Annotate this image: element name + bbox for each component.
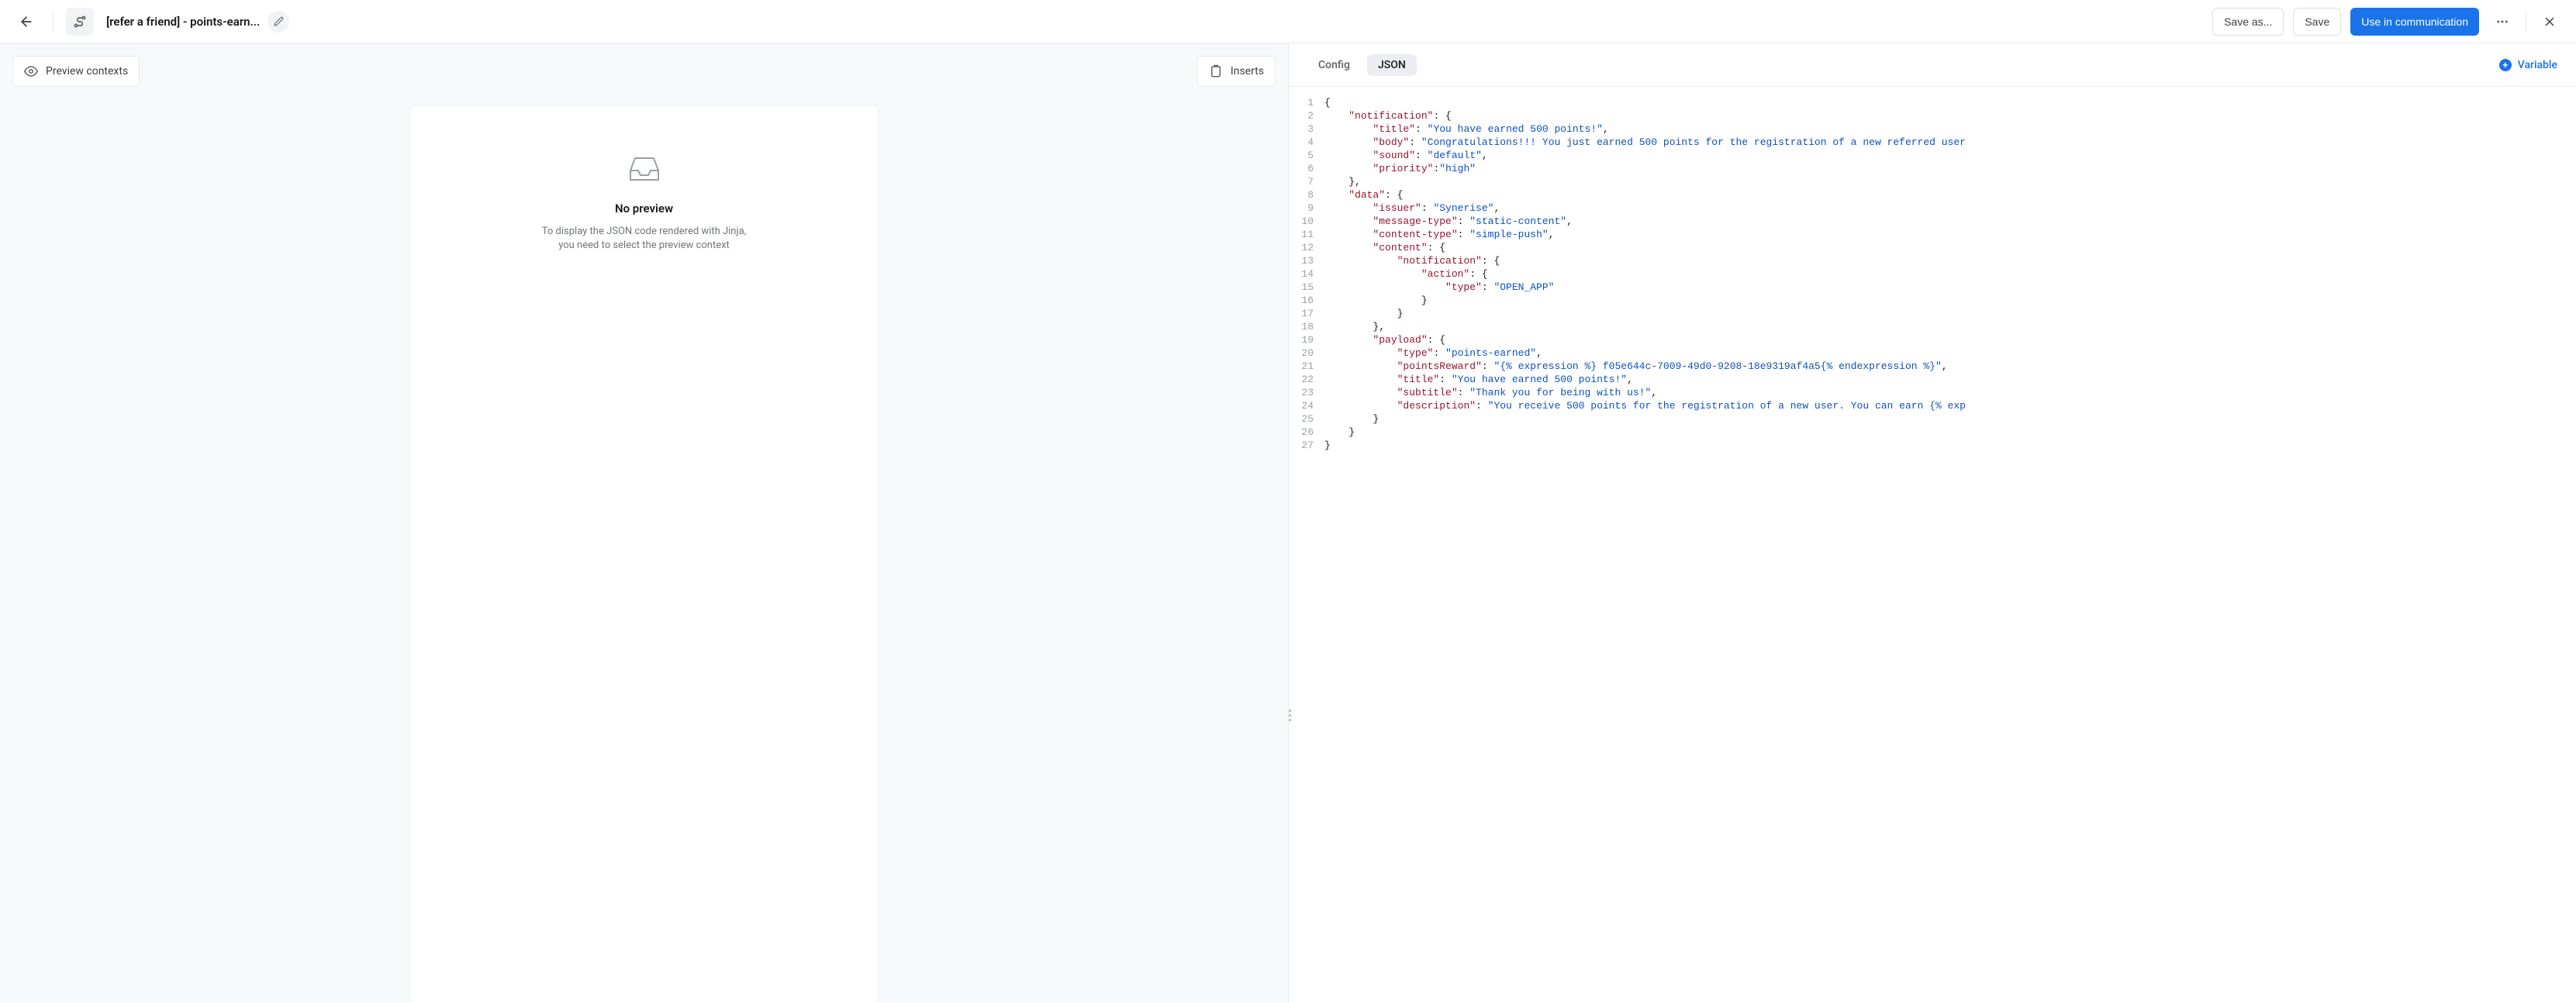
code-line[interactable]: { <box>1324 96 2576 109</box>
main: Preview contexts Inserts No preview To d… <box>0 43 2576 1003</box>
close-icon <box>2543 15 2557 29</box>
empty-subtitle: To display the JSON code rendered with J… <box>542 225 746 253</box>
code-line[interactable]: "description": "You receive 500 points f… <box>1324 399 2576 412</box>
editor-toolbar: Config JSON + Variable <box>1289 43 2576 87</box>
page-title: [refer a friend] - points-earn... <box>106 15 260 29</box>
code-lines[interactable]: { "notification": { "title": "You have e… <box>1324 96 2576 1003</box>
arrow-left-icon <box>19 14 34 29</box>
tab-json[interactable]: JSON <box>1367 54 1417 76</box>
line-gutter: 1234567891011121314151617181920212223242… <box>1289 96 1324 1003</box>
eye-icon <box>24 64 38 78</box>
editor-pane: Config JSON + Variable 12345678910111213… <box>1288 43 2576 1003</box>
code-line[interactable]: "sound": "default", <box>1324 149 2576 162</box>
empty-sub-line-2: you need to select the preview context <box>558 240 730 251</box>
code-line[interactable]: "notification": { <box>1324 109 2576 122</box>
editor-tabs: Config JSON <box>1307 54 1417 76</box>
preview-pane: Preview contexts Inserts No preview To d… <box>0 43 1288 1003</box>
code-line[interactable]: "issuer": "Synerise", <box>1324 202 2576 215</box>
code-line[interactable]: "content-type": "simple-push", <box>1324 228 2576 241</box>
code-line[interactable]: "title": "You have earned 500 points!", <box>1324 122 2576 136</box>
divider <box>53 11 54 33</box>
add-variable-button[interactable]: + Variable <box>2499 59 2557 71</box>
route-icon <box>72 14 88 29</box>
pencil-icon <box>274 16 284 26</box>
preview-contexts-button[interactable]: Preview contexts <box>12 56 140 87</box>
save-button[interactable]: Save <box>2293 8 2341 36</box>
code-line[interactable]: "subtitle": "Thank you for being with us… <box>1324 386 2576 399</box>
code-line[interactable]: } <box>1324 439 2576 452</box>
preview-empty-state: No preview To display the JSON code rend… <box>412 107 877 1003</box>
empty-sub-line-1: To display the JSON code rendered with J… <box>542 226 746 237</box>
code-line[interactable]: } <box>1324 412 2576 426</box>
preview-contexts-label: Preview contexts <box>46 65 128 78</box>
code-line[interactable]: "action": { <box>1324 267 2576 281</box>
code-line[interactable]: "title": "You have earned 500 points!", <box>1324 373 2576 386</box>
code-line[interactable]: "body": "Congratulations!!! You just ear… <box>1324 136 2576 149</box>
code-editor[interactable]: 1234567891011121314151617181920212223242… <box>1289 87 2576 1003</box>
header-left: [refer a friend] - points-earn... <box>12 8 2212 36</box>
code-line[interactable]: } <box>1324 426 2576 439</box>
close-button[interactable] <box>2536 8 2564 36</box>
code-line[interactable]: "data": { <box>1324 188 2576 202</box>
code-line[interactable]: }, <box>1324 320 2576 333</box>
variable-label: Variable <box>2518 59 2557 71</box>
code-line[interactable]: "payload": { <box>1324 333 2576 346</box>
code-line[interactable]: "pointsReward": "{% expression %} f05e64… <box>1324 360 2576 373</box>
back-button[interactable] <box>12 8 40 36</box>
clipboard-icon <box>1209 64 1223 78</box>
code-line[interactable]: "notification": { <box>1324 254 2576 267</box>
more-button[interactable] <box>2488 8 2516 36</box>
plus-icon: + <box>2499 59 2512 71</box>
tab-config[interactable]: Config <box>1307 54 1361 76</box>
code-line[interactable]: "content": { <box>1324 241 2576 254</box>
preview-area: No preview To display the JSON code rend… <box>0 99 1288 1003</box>
code-line[interactable]: "message-type": "static-content", <box>1324 215 2576 228</box>
code-line[interactable]: "type": "points-earned", <box>1324 346 2576 360</box>
use-in-communication-button[interactable]: Use in communication <box>2350 8 2479 36</box>
header: [refer a friend] - points-earn... Save a… <box>0 0 2576 43</box>
code-line[interactable]: } <box>1324 294 2576 307</box>
pane-splitter-handle[interactable] <box>1289 709 1291 721</box>
tray-icon <box>626 153 663 188</box>
preview-toolbar: Preview contexts Inserts <box>0 43 1288 99</box>
code-line[interactable]: "type": "OPEN_APP" <box>1324 281 2576 294</box>
inserts-label: Inserts <box>1231 65 1264 78</box>
code-line[interactable]: "priority":"high" <box>1324 162 2576 175</box>
title-wrap: [refer a friend] - points-earn... <box>106 11 289 33</box>
template-type-icon-wrap <box>66 8 94 36</box>
save-as-button[interactable]: Save as... <box>2212 8 2284 36</box>
header-right: Save as... Save Use in communication <box>2212 8 2564 36</box>
empty-title: No preview <box>615 202 673 215</box>
edit-title-button[interactable] <box>268 11 289 33</box>
more-horizontal-icon <box>2495 15 2509 29</box>
code-line[interactable]: } <box>1324 307 2576 320</box>
code-line[interactable]: }, <box>1324 175 2576 188</box>
inserts-button[interactable]: Inserts <box>1197 56 1276 87</box>
